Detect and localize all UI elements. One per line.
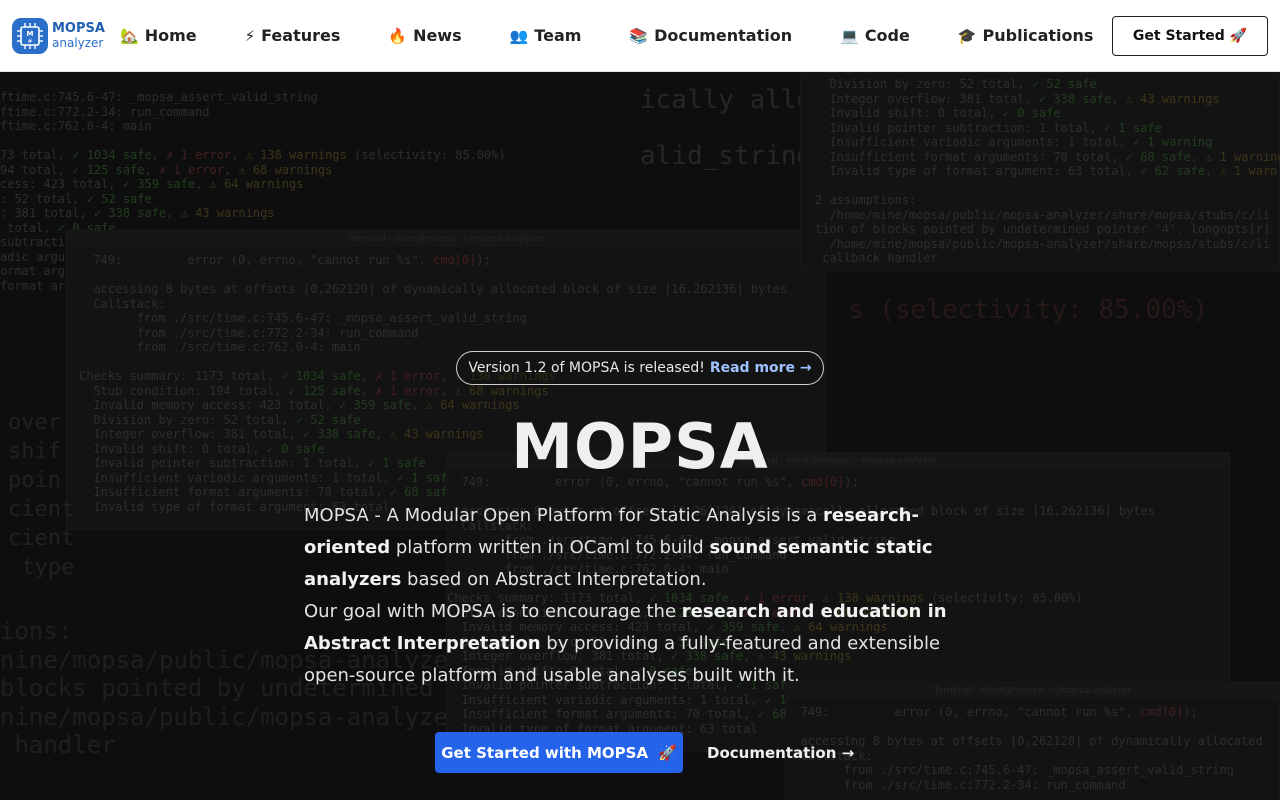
top-navbar: M # MOPSA analyzer 🏡 Home ⚡ Features 🔥 N… — [0, 0, 1280, 72]
nav-label: News — [413, 26, 462, 45]
announcement-text: Version 1.2 of MOPSA is released! — [468, 360, 705, 376]
nav-label: Code — [864, 26, 910, 45]
nav-item-home[interactable]: 🏡 Home — [108, 0, 221, 72]
rocket-icon: 🚀 — [658, 743, 677, 762]
house-icon: 🏡 — [120, 26, 139, 45]
nav-label: Publications — [982, 26, 1094, 45]
desc-text: platform written in OCaml to build — [390, 537, 710, 558]
nav-item-team[interactable]: 👥 Team — [486, 0, 606, 72]
svg-text:#: # — [27, 38, 32, 45]
chip-logo-icon: M # — [12, 17, 48, 54]
desc-text: Our goal with MOPSA is to encourage the — [304, 601, 682, 622]
hero-description: MOPSA - A Modular Open Platform for Stat… — [304, 500, 976, 692]
nav-item-documentation[interactable]: 📚 Documentation — [605, 0, 816, 72]
brand-subtitle: analyzer — [52, 35, 104, 50]
svg-text:M: M — [27, 30, 34, 38]
mopsa-logo[interactable]: M # MOPSA analyzer — [12, 17, 108, 54]
nav-label: Home — [144, 26, 197, 45]
books-icon: 📚 — [629, 26, 649, 45]
nav-item-code[interactable]: 💻 Code — [816, 0, 934, 72]
laptop-icon: 💻 — [840, 26, 859, 45]
nav-item-publications[interactable]: 🎓 Publications — [934, 0, 1118, 72]
graduation-cap-icon: 🎓 — [957, 26, 977, 45]
lightning-icon: ⚡ — [244, 26, 256, 45]
nav-label: Features — [261, 26, 341, 45]
people-icon: 👥 — [509, 26, 529, 45]
release-announcement-badge[interactable]: Version 1.2 of MOPSA is released! Read m… — [456, 351, 824, 385]
nav-menu: 🏡 Home ⚡ Features 🔥 News 👥 Team 📚 Docume… — [108, 0, 1117, 72]
nav-item-news[interactable]: 🔥 News — [364, 0, 485, 72]
get-started-button[interactable]: Get Started with MOPSA 🚀 — [435, 732, 683, 773]
read-more-link[interactable]: Read more → — [710, 360, 812, 376]
nav-label: Team — [534, 26, 582, 45]
documentation-link[interactable]: Documentation → — [707, 732, 854, 773]
get-started-header-button[interactable]: Get Started 🚀 — [1112, 16, 1268, 56]
hero-title: MOPSA — [511, 410, 769, 483]
desc-text: MOPSA - A Modular Open Platform for Stat… — [304, 505, 823, 526]
fire-icon: 🔥 — [388, 26, 408, 45]
desc-text: based on Abstract Interpretation. — [401, 569, 707, 590]
nav-item-features[interactable]: ⚡ Features — [221, 0, 365, 72]
get-started-label: Get Started with MOPSA — [441, 743, 649, 762]
brand-name: MOPSA — [52, 20, 105, 36]
nav-label: Documentation — [654, 26, 793, 45]
